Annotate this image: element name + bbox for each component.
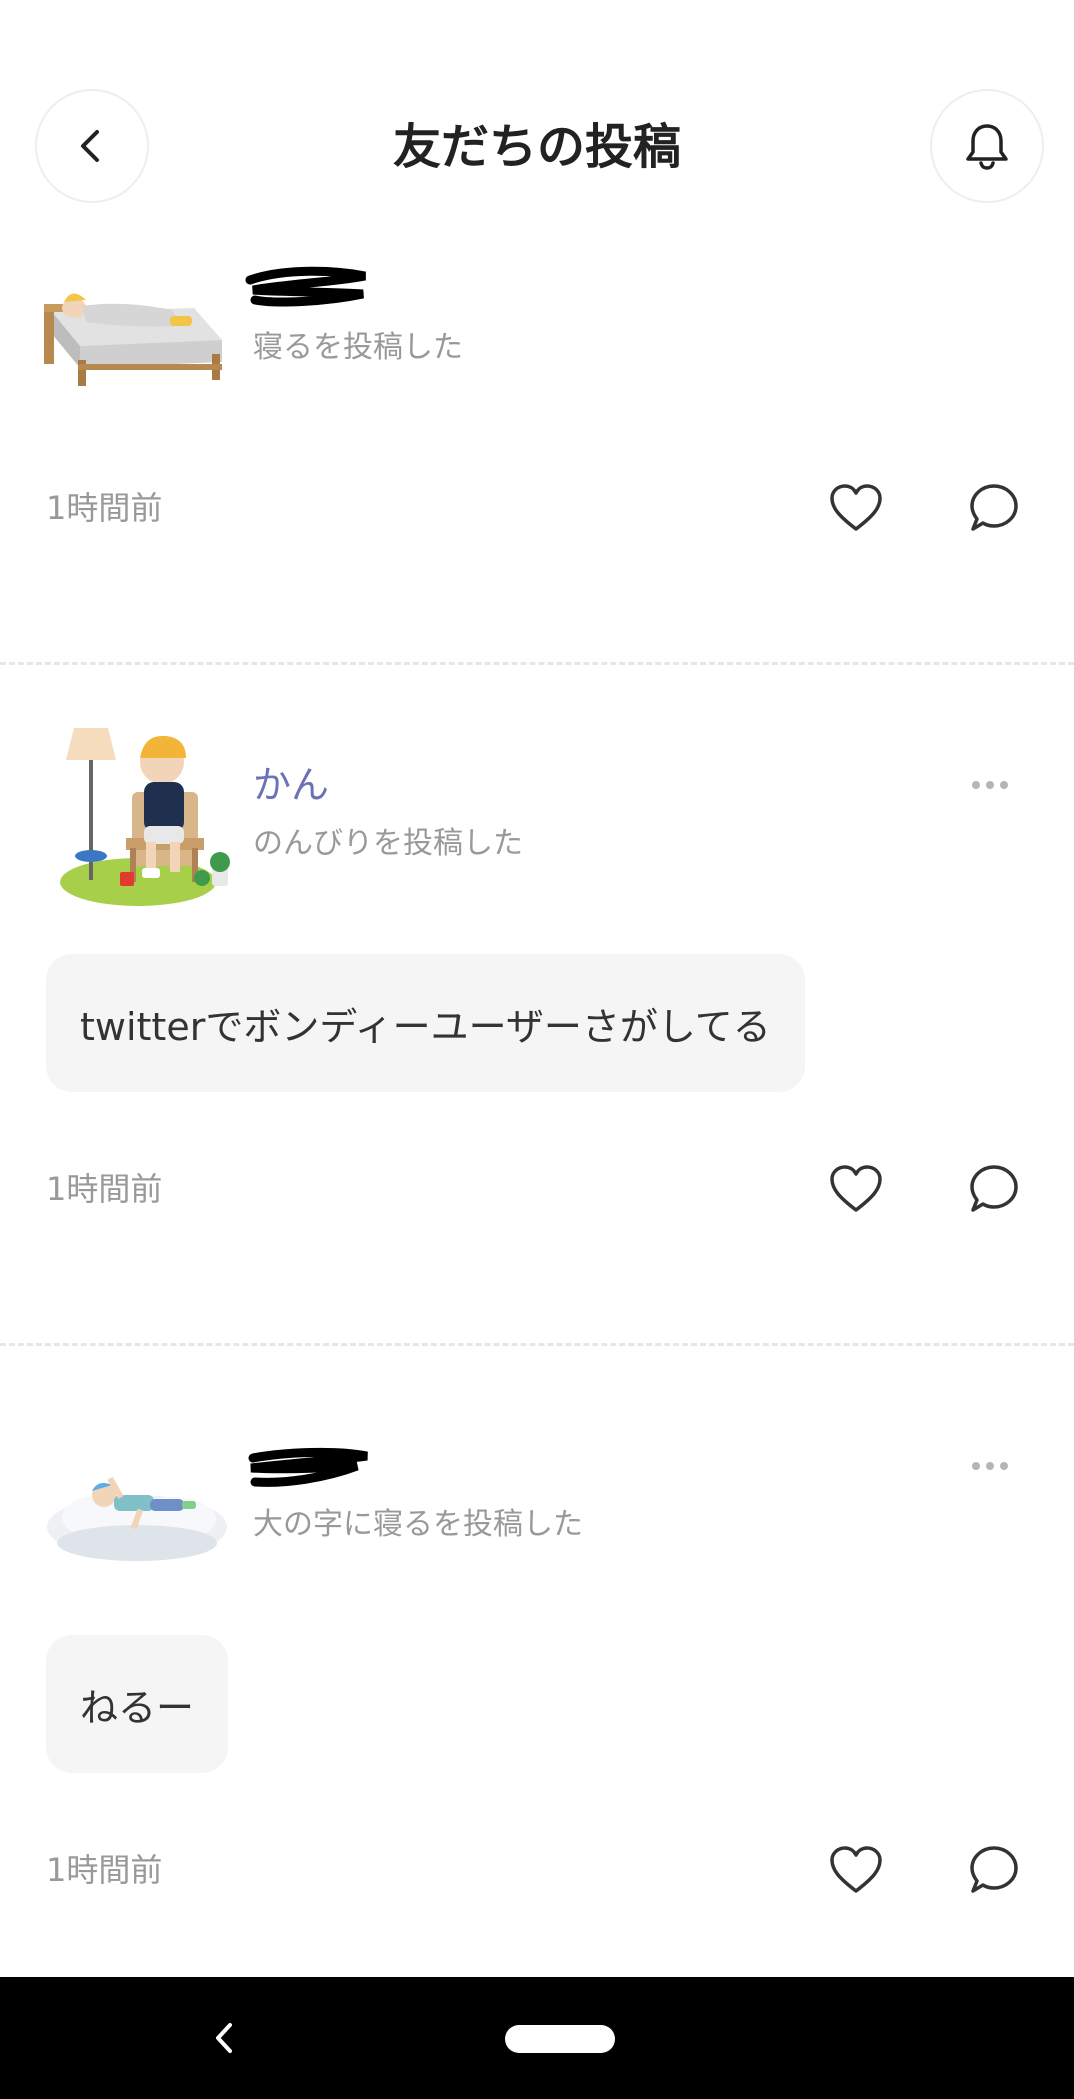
like-button[interactable] <box>826 478 886 538</box>
lying-on-cloud-avatar[interactable] <box>42 1465 232 1625</box>
sitting-in-chair-avatar[interactable] <box>42 722 232 906</box>
nav-back-icon[interactable] <box>204 2013 244 2063</box>
comment-button[interactable] <box>964 1159 1024 1219</box>
like-button[interactable] <box>826 1840 886 1900</box>
system-nav-bar <box>0 1977 1074 2099</box>
post-user-name[interactable]: かん <box>253 760 329 810</box>
speech-bubble-icon <box>970 1165 1018 1212</box>
speech-bubble-icon <box>970 1846 1018 1893</box>
notification-button[interactable] <box>930 89 1044 203</box>
post-message: twitterでボンディーユーザーさがしてる <box>46 954 805 1092</box>
dot <box>1000 781 1008 789</box>
post-action-text: のんびりを投稿した <box>253 826 523 861</box>
heart-icon <box>830 484 882 531</box>
redacted-name <box>248 1447 368 1487</box>
heart-icon <box>830 1846 882 1893</box>
post-time: 1時間前 <box>46 489 163 527</box>
dot <box>986 1462 994 1470</box>
post-time: 1時間前 <box>46 1851 163 1889</box>
dot <box>1000 1462 1008 1470</box>
dot <box>972 781 980 789</box>
more-options-button[interactable] <box>964 770 1016 800</box>
bell-icon <box>966 124 1008 170</box>
nav-home-pill[interactable] <box>505 2025 615 2053</box>
heart-icon <box>830 1165 882 1212</box>
screen: 友だちの投稿 寝るを投稿した 1時間前 かん のんびりを投稿した twitter… <box>0 0 1074 2099</box>
header: 友だちの投稿 <box>0 0 1074 220</box>
dot <box>972 1462 980 1470</box>
dot <box>986 781 994 789</box>
sleeping-in-bed-avatar[interactable] <box>42 270 232 430</box>
redacted-name <box>245 266 366 307</box>
post-message: ねるー <box>46 1635 229 1773</box>
post-action-text: 大の字に寝るを投稿した <box>253 1507 583 1542</box>
post-divider <box>0 1343 1074 1346</box>
like-button[interactable] <box>826 1159 886 1219</box>
more-options-button[interactable] <box>964 1451 1016 1481</box>
post-action-text: 寝るを投稿した <box>253 330 463 365</box>
post-divider <box>0 662 1074 665</box>
page-title: 友だちの投稿 <box>392 119 681 175</box>
comment-button[interactable] <box>964 1840 1024 1900</box>
post-time: 1時間前 <box>46 1170 163 1208</box>
speech-bubble-icon <box>970 484 1018 531</box>
comment-button[interactable] <box>964 478 1024 538</box>
